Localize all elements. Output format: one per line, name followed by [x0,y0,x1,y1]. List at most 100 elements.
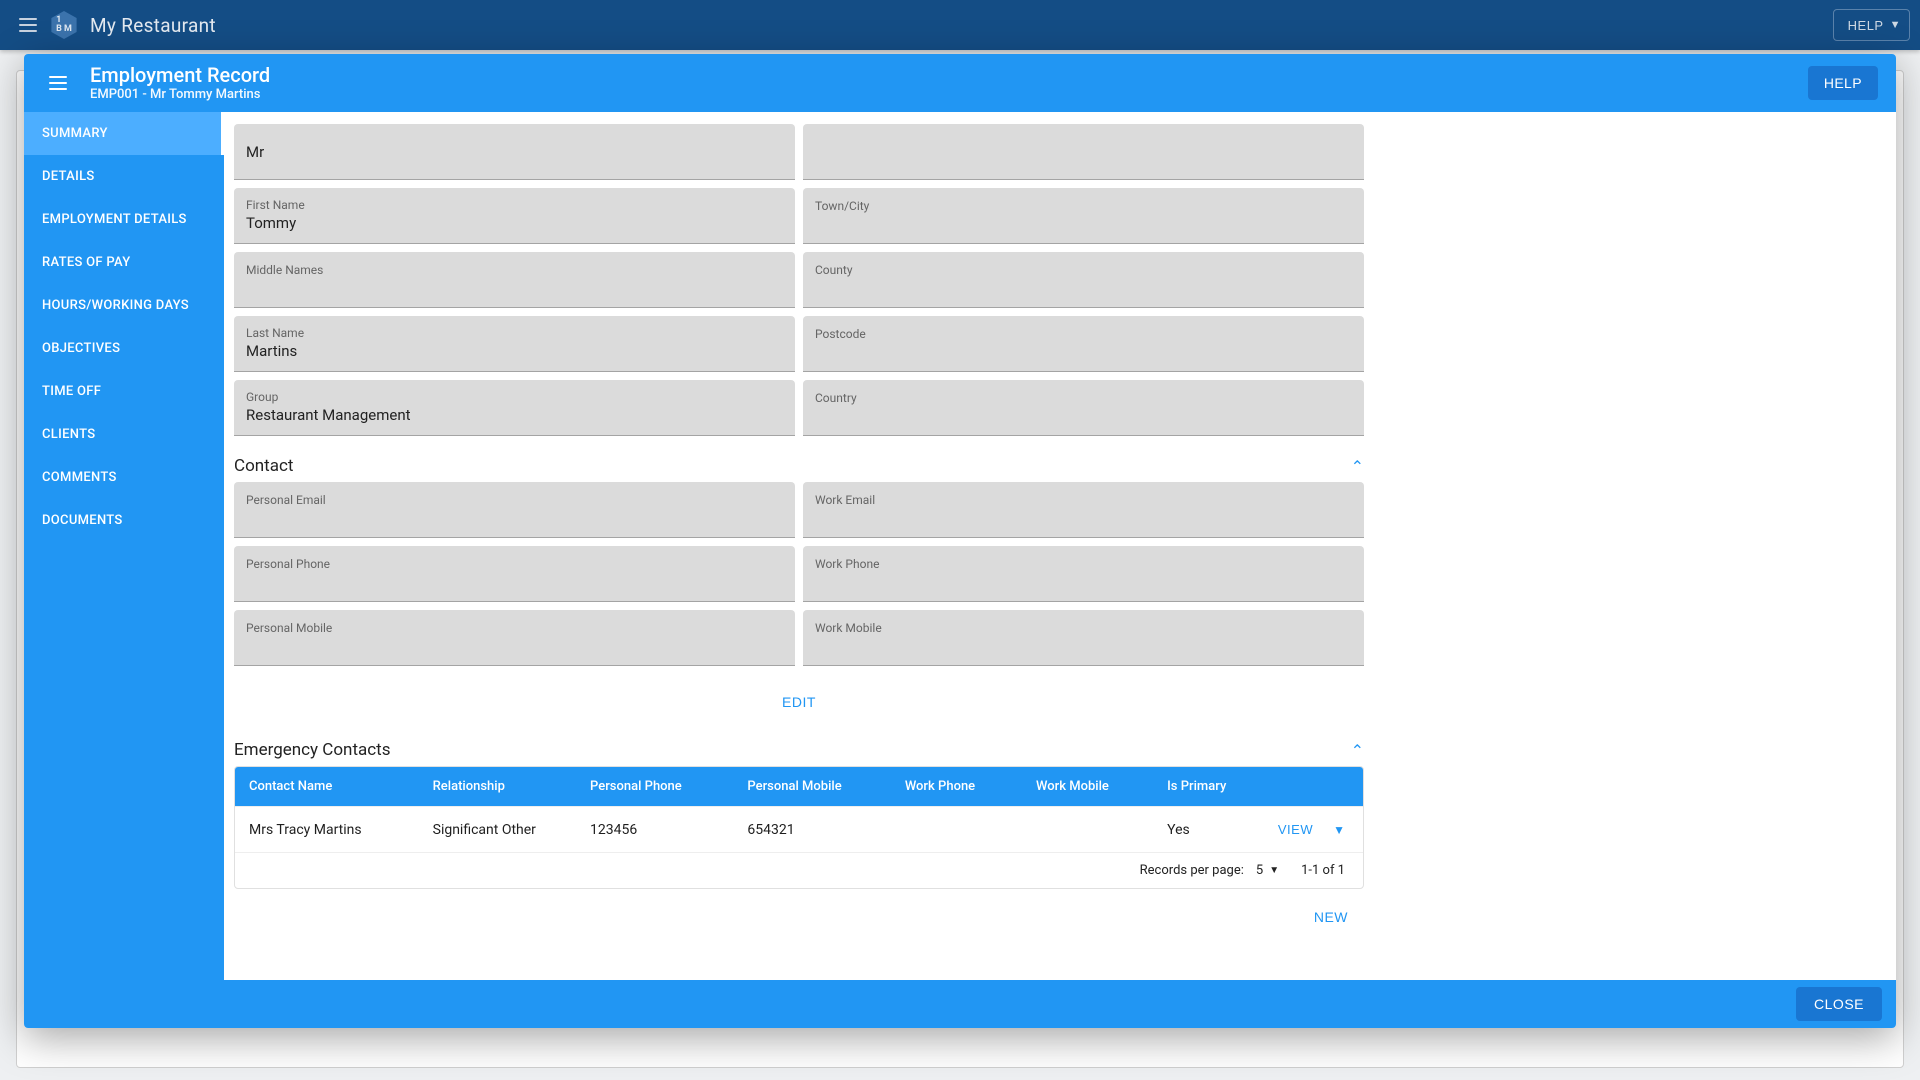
view-button[interactable]: VIEW [1272,821,1319,838]
field-value [815,279,1352,295]
field-label: Personal Mobile [246,621,783,635]
field-value: Restaurant Management [246,406,783,424]
modal-subtitle: EMP001 - Mr Tommy Martins [90,87,270,103]
col-is-primary[interactable]: Is Primary [1153,767,1258,806]
field-middle-names: Middle Names [234,252,795,308]
details-field-grid: Mr First Name Tommy Town/City [234,124,1364,436]
hamburger-icon [49,82,67,84]
col-actions [1258,767,1363,806]
field-label: Work Phone [815,557,1352,571]
field-work-mobile: Work Mobile [803,610,1364,666]
field-label: County [815,263,1352,277]
cell-contact-name: Mrs Tracy Martins [235,808,419,852]
field-value [246,279,783,295]
modal-footer: CLOSE [24,980,1896,1028]
sidebar-item-time-off[interactable]: TIME OFF [24,370,224,413]
field-town-city: Town/City [803,188,1364,244]
field-value [815,343,1352,359]
cell-work-phone [891,816,1022,844]
col-relationship[interactable]: Relationship [419,767,576,806]
records-per-page-value: 5 [1256,863,1263,878]
field-work-email: Work Email [803,482,1364,538]
field-first-name: First Name Tommy [234,188,795,244]
cell-work-mobile [1022,816,1153,844]
close-button[interactable]: CLOSE [1796,987,1882,1021]
col-work-phone[interactable]: Work Phone [891,767,1022,806]
app-title: My Restaurant [90,14,216,37]
field-personal-email: Personal Email [234,482,795,538]
modal-header: Employment Record EMP001 - Mr Tommy Mart… [24,54,1896,112]
field-label: Country [815,391,1352,405]
sidebar-item-objectives[interactable]: OBJECTIVES [24,327,224,370]
emergency-section-title: Emergency Contacts [234,740,391,760]
field-last-name: Last Name Martins [234,316,795,372]
field-value [815,215,1352,231]
table-row[interactable]: Mrs Tracy Martins Significant Other 1234… [235,806,1363,852]
main-menu-button[interactable] [10,7,46,43]
col-contact-name[interactable]: Contact Name [235,767,419,806]
cell-personal-phone: 123456 [576,808,733,852]
field-personal-phone: Personal Phone [234,546,795,602]
chevron-up-icon[interactable]: ⌃ [1351,457,1364,476]
field-value [815,573,1352,589]
sidebar-item-hours-working-days[interactable]: HOURS/WORKING DAYS [24,284,224,327]
sidebar-item-employment-details[interactable]: EMPLOYMENT DETAILS [24,198,224,241]
field-label: Work Mobile [815,621,1352,635]
field-personal-mobile: Personal Mobile [234,610,795,666]
field-title: Mr [234,124,795,180]
modal-body: SUMMARY DETAILS EMPLOYMENT DETAILS RATES… [24,112,1896,980]
field-label: First Name [246,198,783,212]
modal-content[interactable]: Mr First Name Tommy Town/City [224,112,1896,980]
chevron-up-icon[interactable]: ⌃ [1351,741,1364,760]
field-address-extra [803,124,1364,180]
field-work-phone: Work Phone [803,546,1364,602]
field-label: Group [246,390,783,404]
col-personal-phone[interactable]: Personal Phone [576,767,733,806]
sidebar-item-comments[interactable]: COMMENTS [24,456,224,499]
field-value [246,637,783,653]
sidebar-item-clients[interactable]: CLIENTS [24,413,224,456]
topbar-help-label: HELP [1848,18,1884,33]
edit-button[interactable]: EDIT [770,688,828,716]
records-per-page-label: Records per page: [1140,863,1244,878]
field-label: Personal Email [246,493,783,507]
field-value: Tommy [246,214,783,232]
field-postcode: Postcode [803,316,1364,372]
records-per-page-select[interactable]: 5 ▼ [1256,863,1279,878]
contact-section-header[interactable]: Contact ⌃ [234,450,1364,482]
sidebar-item-rates-of-pay[interactable]: RATES OF PAY [24,241,224,284]
field-label: Middle Names [246,263,783,277]
cell-relationship: Significant Other [419,808,576,852]
contact-field-grid: Personal Email Work Email Personal Phone… [234,482,1364,666]
field-value: Martins [246,342,783,360]
field-value [815,407,1352,423]
field-country: Country [803,380,1364,436]
topbar-help-button[interactable]: HELP ▼ [1833,9,1910,41]
field-label: Town/City [815,199,1352,213]
sidebar-item-documents[interactable]: DOCUMENTS [24,499,224,542]
modal-help-button[interactable]: HELP [1808,66,1878,100]
table-header-row: Contact Name Relationship Personal Phone… [235,767,1363,806]
field-value [815,144,1352,160]
emergency-section-header[interactable]: Emergency Contacts ⌃ [234,734,1364,766]
field-group: Group Restaurant Management [234,380,795,436]
sidebar-item-summary[interactable]: SUMMARY [24,112,224,155]
field-value: Mr [246,143,783,161]
new-button[interactable]: NEW [1304,903,1358,931]
hamburger-icon [19,24,37,26]
modal-title: Employment Record [90,63,270,87]
employment-record-modal: Employment Record EMP001 - Mr Tommy Mart… [24,54,1896,1028]
chevron-down-icon: ▼ [1890,19,1901,31]
field-value [815,509,1352,525]
field-label: Personal Phone [246,557,783,571]
field-value [246,509,783,525]
modal-sidebar: SUMMARY DETAILS EMPLOYMENT DETAILS RATES… [24,112,224,980]
cell-is-primary: Yes [1153,808,1258,852]
col-work-mobile[interactable]: Work Mobile [1022,767,1153,806]
modal-menu-button[interactable] [42,67,74,99]
sidebar-item-details[interactable]: DETAILS [24,155,224,198]
app-logo-icon: 1B M [50,11,78,39]
field-value [246,573,783,589]
row-menu-icon[interactable]: ▼ [1333,823,1345,837]
col-personal-mobile[interactable]: Personal Mobile [733,767,890,806]
